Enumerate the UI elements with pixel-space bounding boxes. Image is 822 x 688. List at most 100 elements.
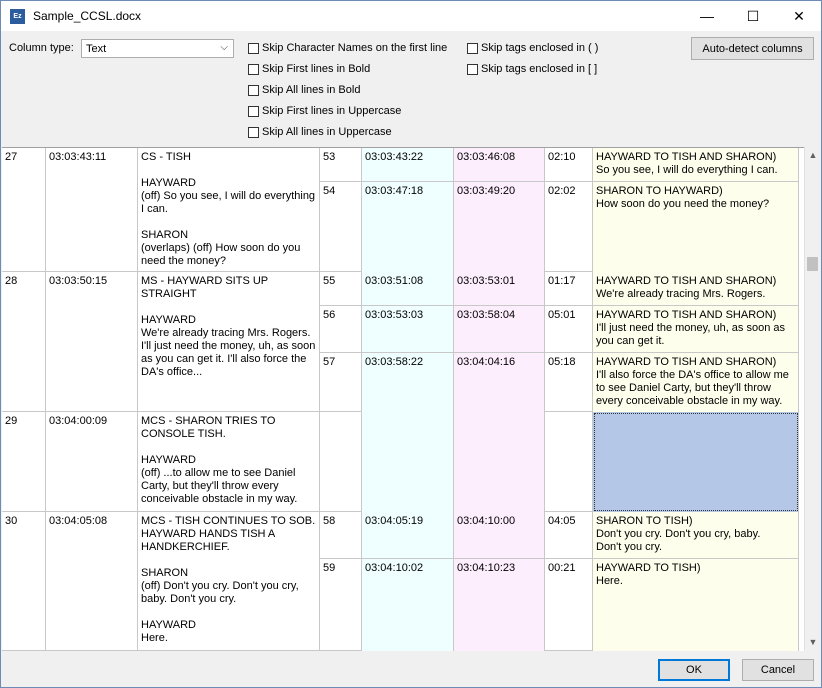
checkbox-skip-first-bold[interactable]: Skip First lines in Bold: [248, 63, 370, 75]
chevron-down-icon: ⌵: [220, 42, 228, 53]
description-cell[interactable]: MCS - SHARON TRIES TO CONSOLE TISH. HAYW…: [138, 412, 320, 511]
duration-cell[interactable]: 00:21: [545, 559, 593, 651]
table-row[interactable]: 29 03:04:00:09 MCS - SHARON TRIES TO CONSO…: [2, 412, 799, 512]
subtitle-number-cell[interactable]: 57: [320, 353, 362, 412]
checkbox-box[interactable]: [248, 105, 259, 117]
checkbox-skip-character-names[interactable]: Skip Character Names on the first line: [248, 42, 447, 54]
checkbox-box[interactable]: [248, 42, 259, 54]
auto-detect-columns-button[interactable]: Auto-detect columns: [691, 37, 814, 60]
timecode-cell[interactable]: 03:04:00:09: [46, 412, 138, 511]
cancel-button[interactable]: Cancel: [742, 659, 814, 681]
table-row[interactable]: 30 03:04:05:08 MCS - TISH CONTINUES TO SOB…: [2, 512, 799, 651]
scroll-down-arrow-icon[interactable]: ▼: [805, 634, 821, 650]
minimize-button[interactable]: —: [684, 1, 730, 31]
in-time-cell[interactable]: 03:03:51:08: [362, 272, 454, 305]
ok-button[interactable]: OK: [658, 659, 730, 681]
subtitle-row[interactable]: 59 03:04:10:02 03:04:10:23 00:21 HAYWARD TO …: [320, 559, 799, 651]
duration-cell[interactable]: 02:02: [545, 182, 593, 272]
checkbox-label: Skip All lines in Bold: [262, 84, 361, 96]
in-time-cell[interactable]: 03:03:58:22: [362, 353, 454, 412]
subtitle-row[interactable]: 57 03:03:58:22 03:04:04:16 05:18 HAYWARD TO …: [320, 353, 799, 412]
subtitle-text-cell[interactable]: SHARON TO TISH) Don't you cry. Don't you…: [593, 512, 799, 558]
subtitle-text-cell[interactable]: SHARON TO HAYWARD) How soon do you need …: [593, 182, 799, 272]
window-title: Sample_CCSL.docx: [33, 9, 142, 23]
subtitle-text-cell[interactable]: HAYWARD TO TISH AND SHARON) We're alread…: [593, 272, 799, 305]
duration-cell[interactable]: 04:05: [545, 512, 593, 558]
column-type-select[interactable]: Text ⌵: [81, 39, 234, 58]
subtitle-row[interactable]: 53 03:03:43:22 03:03:46:08 02:10 HAYWARD TO …: [320, 148, 799, 182]
subtitle-text-cell[interactable]: HAYWARD TO TISH) Here.: [593, 559, 799, 651]
checkbox-skip-all-uppercase[interactable]: Skip All lines in Uppercase: [248, 126, 392, 138]
timecode-cell[interactable]: 03:03:50:15: [46, 272, 138, 411]
checkbox-box[interactable]: [467, 63, 478, 75]
row-number-cell[interactable]: 29: [2, 412, 46, 511]
checkbox-box[interactable]: [467, 42, 478, 54]
checkbox-skip-parentheses[interactable]: Skip tags enclosed in ( ): [467, 42, 598, 54]
row-number-cell[interactable]: 28: [2, 272, 46, 411]
description-cell[interactable]: MCS - TISH CONTINUES TO SOB. HAYWARD HAN…: [138, 512, 320, 650]
checkbox-label: Skip All lines in Uppercase: [262, 126, 392, 138]
checkbox-skip-first-uppercase[interactable]: Skip First lines in Uppercase: [248, 105, 401, 117]
duration-cell[interactable]: 05:18: [545, 353, 593, 412]
app-icon: Ez: [10, 9, 25, 24]
in-time-cell[interactable]: 03:04:05:19: [362, 512, 454, 558]
table-row[interactable]: 27 03:03:43:11 CS - TISH HAYWARD (off) So …: [2, 148, 799, 272]
subtitle-row[interactable]: 58 03:04:05:19 03:04:10:00 04:05 SHARON TO T…: [320, 512, 799, 559]
checkbox-box[interactable]: [248, 63, 259, 75]
out-time-cell[interactable]: 03:04:10:23: [454, 559, 545, 651]
subtitle-number-cell[interactable]: 55: [320, 272, 362, 305]
out-time-cell[interactable]: [454, 412, 545, 512]
subtitle-row[interactable]: 54 03:03:47:18 03:03:49:20 02:02 SHARON TO H…: [320, 182, 799, 272]
duration-cell[interactable]: [545, 412, 593, 512]
timecode-cell[interactable]: 03:03:43:11: [46, 148, 138, 271]
column-type-label: Column type:: [9, 42, 74, 54]
checkbox-skip-all-bold[interactable]: Skip All lines in Bold: [248, 84, 360, 96]
subtitle-number-cell[interactable]: 56: [320, 306, 362, 352]
checkbox-skip-brackets[interactable]: Skip tags enclosed in [ ]: [467, 63, 597, 75]
row-number-cell[interactable]: 30: [2, 512, 46, 650]
duration-cell[interactable]: 01:17: [545, 272, 593, 305]
subtitle-number-cell[interactable]: 59: [320, 559, 362, 651]
checkbox-label: Skip tags enclosed in [ ]: [481, 63, 598, 75]
subtitle-number-cell[interactable]: 58: [320, 512, 362, 558]
duration-cell[interactable]: 05:01: [545, 306, 593, 352]
subtitle-number-cell[interactable]: 53: [320, 148, 362, 181]
vertical-scrollbar[interactable]: ▲ ▼: [804, 147, 821, 650]
timecode-cell[interactable]: 03:04:05:08: [46, 512, 138, 650]
out-time-cell[interactable]: 03:03:53:01: [454, 272, 545, 305]
checkbox-box[interactable]: [248, 126, 259, 138]
in-time-cell[interactable]: [362, 412, 454, 512]
subtitle-number-cell[interactable]: 54: [320, 182, 362, 272]
checkbox-box[interactable]: [248, 84, 259, 96]
in-time-cell[interactable]: 03:03:47:18: [362, 182, 454, 272]
table-row[interactable]: 28 03:03:50:15 MS - HAYWARD SITS UP STRAIG…: [2, 272, 799, 412]
subtitle-number-cell[interactable]: [320, 412, 362, 512]
row-number-cell[interactable]: 27: [2, 148, 46, 271]
checkbox-label: Skip First lines in Uppercase: [262, 105, 402, 117]
subtitle-text-cell[interactable]: HAYWARD TO TISH AND SHARON) So you see, …: [593, 148, 799, 181]
subtitle-row[interactable]: [320, 412, 799, 512]
columns-grid[interactable]: 27 03:03:43:11 CS - TISH HAYWARD (off) So …: [2, 147, 804, 651]
subtitle-row[interactable]: 55 03:03:51:08 03:03:53:01 01:17 HAYWARD TO …: [320, 272, 799, 306]
subtitle-row[interactable]: 56 03:03:53:03 03:03:58:04 05:01 HAYWARD TO …: [320, 306, 799, 353]
out-time-cell[interactable]: 03:03:49:20: [454, 182, 545, 272]
in-time-cell[interactable]: 03:03:43:22: [362, 148, 454, 181]
in-time-cell[interactable]: 03:03:53:03: [362, 306, 454, 352]
out-time-cell[interactable]: 03:04:10:00: [454, 512, 545, 558]
description-cell[interactable]: CS - TISH HAYWARD (off) So you see, I wi…: [138, 148, 320, 271]
out-time-cell[interactable]: 03:04:04:16: [454, 353, 545, 412]
in-time-cell[interactable]: 03:04:10:02: [362, 559, 454, 651]
scrollbar-thumb[interactable]: [807, 257, 818, 271]
checkbox-label: Skip Character Names on the first line: [262, 42, 448, 54]
out-time-cell[interactable]: 03:03:46:08: [454, 148, 545, 181]
maximize-button[interactable]: ☐: [730, 1, 776, 31]
subtitle-text-cell[interactable]: HAYWARD TO TISH AND SHARON) I'll just ne…: [593, 306, 799, 352]
close-button[interactable]: ✕: [776, 1, 822, 31]
scroll-up-arrow-icon[interactable]: ▲: [805, 147, 821, 163]
duration-cell[interactable]: 02:10: [545, 148, 593, 181]
checkbox-label: Skip tags enclosed in ( ): [481, 42, 599, 54]
description-cell[interactable]: MS - HAYWARD SITS UP STRAIGHT HAYWARD We…: [138, 272, 320, 411]
out-time-cell[interactable]: 03:03:58:04: [454, 306, 545, 352]
subtitle-text-cell[interactable]: HAYWARD TO TISH AND SHARON) I'll also fo…: [593, 353, 799, 412]
selected-text-cell[interactable]: [593, 412, 799, 512]
